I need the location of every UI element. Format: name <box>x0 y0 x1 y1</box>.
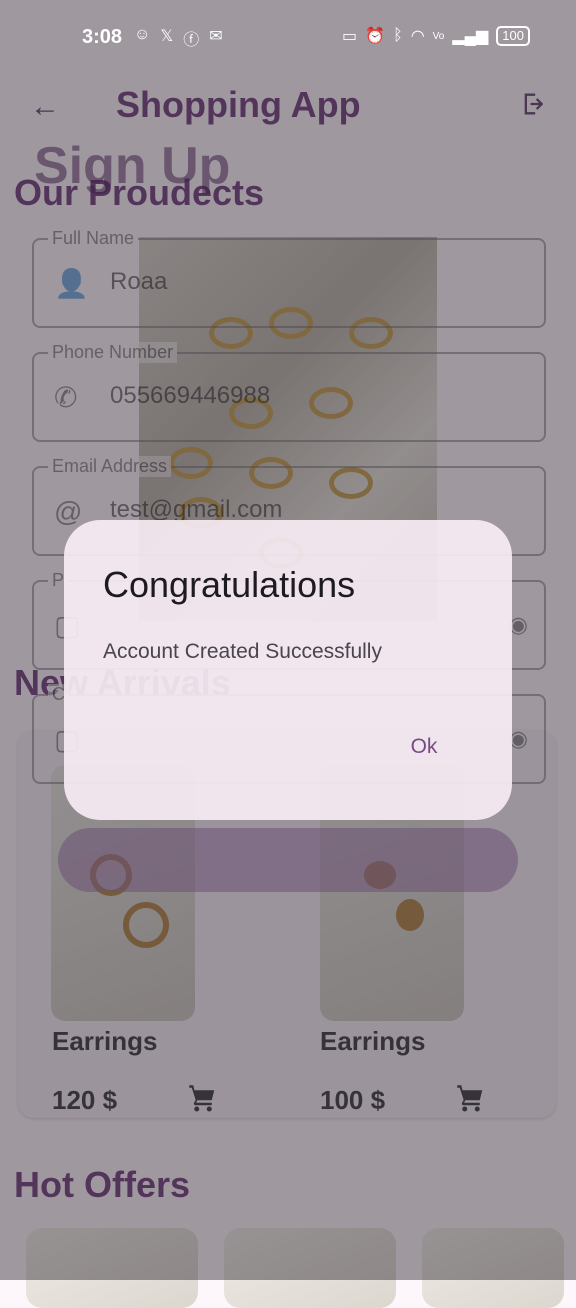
status-bar: 3:08 ☺ 𝕏 ⓕ ✉ ▭ ⏰ ᛒ ◠ Vo ▂▄▆ 100 <box>0 0 576 76</box>
success-dialog: Congratulations Account Created Successf… <box>64 520 512 820</box>
bluetooth-icon: ᛒ <box>393 27 403 44</box>
volte-icon: Vo <box>432 30 445 42</box>
facebook-icon: ⓕ <box>183 32 200 49</box>
alarm-icon: ⏰ <box>365 28 386 45</box>
snapchat-icon: ☺ <box>134 26 151 43</box>
card-icon: ▭ <box>342 28 358 45</box>
ok-button[interactable]: Ok <box>394 726 454 766</box>
status-time: 3:08 <box>82 26 123 48</box>
signal-icon: ▂▄▆ <box>452 28 489 45</box>
dialog-title: Congratulations <box>103 564 356 605</box>
battery-icon: 100 <box>496 26 530 46</box>
system-icons: ▭ ⏰ ᛒ ◠ Vo ▂▄▆ 100 <box>342 26 530 46</box>
x-icon: 𝕏 <box>160 28 174 45</box>
message-icon: ✉ <box>209 28 223 45</box>
wifi-icon: ◠ <box>410 28 425 45</box>
notification-icons: ☺ 𝕏 ⓕ ✉ <box>134 26 223 50</box>
dialog-message: Account Created Successfully <box>103 640 382 663</box>
